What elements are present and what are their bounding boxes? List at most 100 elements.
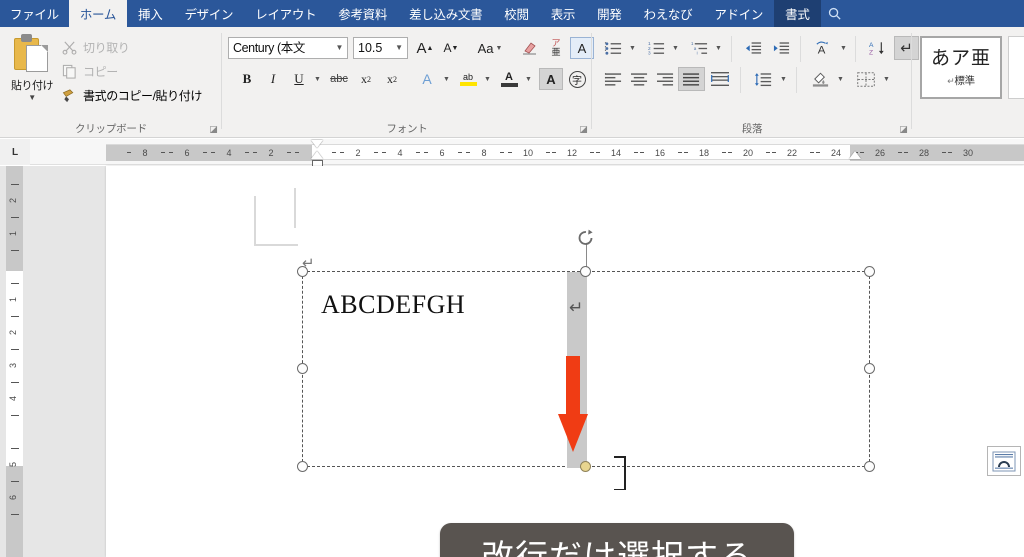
enclose-character-label: 字 [568,70,586,88]
resize-handle-bottom-right[interactable] [864,461,875,472]
chevron-down-icon[interactable]: ▼ [395,38,407,58]
document-page[interactable]: ↵ ABCDEFGH ↵ 改行だけ選択する [106,166,1024,557]
align-left-button[interactable] [600,68,626,90]
highlight-button[interactable]: ab [455,68,481,90]
text-effects-button[interactable]: A [414,68,440,90]
ribbon-tabbar: ファイル ホーム 挿入 デザイン レイアウト 参考資料 差し込み文書 校閲 表示… [0,0,1024,27]
chevron-down-icon[interactable]: ▼ [28,94,36,102]
phonetic-guide-button[interactable]: A [809,37,837,59]
italic-button[interactable]: I [261,68,285,90]
tab-format-contextual[interactable]: 書式 [774,0,821,27]
shading-button[interactable] [806,68,834,90]
justify-icon [683,72,700,86]
hanging-indent-marker[interactable] [311,151,323,159]
clipboard-dialog-launcher[interactable]: ◪ [208,124,219,135]
adjustment-handle-bottom-center[interactable] [580,461,591,472]
text-effects-dropdown[interactable]: ▼ [440,68,453,90]
shrink-font-button[interactable]: A ▼ [439,37,463,59]
right-indent-marker[interactable] [849,151,861,159]
tab-addins-label: アドイン [714,8,764,22]
ruler-tick: 22 [786,148,798,158]
cut-button[interactable]: 切り取り [60,35,202,59]
tab-references[interactable]: 参考資料 [327,0,398,27]
horizontal-ruler[interactable]: L 8 6 4 2 2 4 6 8 10 12 14 16 18 20 22 2… [0,139,1024,167]
justify-button[interactable] [678,67,705,91]
change-case-button[interactable]: Aa ▼ [471,37,509,59]
style-item-standard[interactable]: あア亜 ↵標準 [920,36,1002,99]
numbering-button[interactable]: 1 2 3 [643,37,669,59]
align-right-button[interactable] [652,68,678,90]
tab-mailings[interactable]: 差し込み文書 [398,0,493,27]
sort-button[interactable]: A Z [863,37,891,59]
grow-font-button[interactable]: A ▲ [413,37,437,59]
numbering-dropdown[interactable]: ▼ [669,37,682,59]
font-name-combo[interactable]: Century (本文 ▼ [228,37,348,59]
rotate-handle[interactable] [576,228,596,248]
multilevel-dropdown[interactable]: ▼ [712,37,725,59]
strikethrough-button[interactable]: abc [326,68,352,90]
ruler-track[interactable]: 8 6 4 2 2 4 6 8 10 12 14 16 18 20 22 24 … [106,144,1024,161]
layout-options-button[interactable] [987,446,1021,476]
resize-handle-top-right[interactable] [864,266,875,277]
ruler-left-margin [106,145,312,161]
paste-button[interactable]: 貼り付け ▼ [6,33,58,115]
bold-button[interactable]: B [235,68,259,90]
tab-addins[interactable]: アドイン [703,0,774,27]
copy-button[interactable]: コピー [60,59,202,83]
tab-stop-selector[interactable]: L [0,139,30,165]
character-shading-button[interactable]: A [539,68,563,90]
format-painter-label: 書式のコピー/貼り付け [83,88,202,103]
shading-dropdown[interactable]: ▼ [834,68,847,90]
tab-waenavi[interactable]: わえなび [633,0,704,27]
resize-handle-bottom-left[interactable] [297,461,308,472]
borders-button[interactable] [852,68,880,90]
subscript-button[interactable]: x2 [354,68,378,90]
decrease-indent-button[interactable] [740,37,766,59]
ruler-tick: 4 [226,148,232,158]
paragraph-dialog-launcher[interactable]: ◪ [898,124,909,135]
ruler-tick: 10 [522,148,534,158]
align-center-button[interactable] [626,68,652,90]
line-spacing-button[interactable] [749,68,777,90]
tab-insert[interactable]: 挿入 [127,0,173,27]
font-color-dropdown[interactable]: ▼ [522,68,535,90]
enclose-character-button[interactable]: 字 [565,68,589,90]
font-dialog-launcher[interactable]: ◪ [578,124,589,135]
clear-formatting-button[interactable] [518,37,542,59]
resize-handle-top-left[interactable] [297,266,308,277]
distribute-button[interactable] [707,68,733,90]
underline-dropdown[interactable]: ▼ [311,68,324,90]
font-color-button[interactable]: A [496,68,522,90]
style-item-next[interactable]: あ ↵行 [1008,36,1024,99]
resize-handle-middle-left[interactable] [297,363,308,374]
tab-design[interactable]: デザイン [173,0,244,27]
chevron-down-icon[interactable]: ▼ [335,38,347,58]
tab-view[interactable]: 表示 [540,0,586,27]
tab-home[interactable]: ホーム [68,0,128,27]
phonetic-dropdown[interactable]: ▼ [837,37,850,59]
line-spacing-dropdown[interactable]: ▼ [777,68,790,90]
resize-handle-top-center[interactable] [580,266,591,277]
highlight-dropdown[interactable]: ▼ [481,68,494,90]
underline-button[interactable]: U [287,68,311,90]
search-icon[interactable] [820,0,849,27]
textbox-text[interactable]: ABCDEFGH [321,290,465,320]
superscript-button[interactable]: x2 [380,68,404,90]
bullets-button[interactable] [600,37,626,59]
resize-handle-middle-right[interactable] [864,363,875,374]
tab-review[interactable]: 校閲 [493,0,539,27]
first-line-indent-marker[interactable] [311,140,323,148]
font-size-combo[interactable]: 10.5 ▼ [353,37,408,59]
multilevel-list-button[interactable]: 1 a i [686,37,712,59]
vertical-ruler[interactable]: 2 1 1 2 3 4 5 6 [6,166,23,557]
tab-file[interactable]: ファイル [0,0,69,27]
phonetic-guide-font-button[interactable]: ア 亜 [544,37,568,59]
borders-dropdown[interactable]: ▼ [880,68,893,90]
tab-layout[interactable]: レイアウト [244,0,327,27]
align-left-icon [604,72,621,86]
format-painter-button[interactable]: 書式のコピー/貼り付け [60,83,202,107]
divider [731,36,732,62]
tab-developer[interactable]: 開発 [586,0,632,27]
bullets-dropdown[interactable]: ▼ [626,37,639,59]
increase-indent-button[interactable] [768,37,794,59]
